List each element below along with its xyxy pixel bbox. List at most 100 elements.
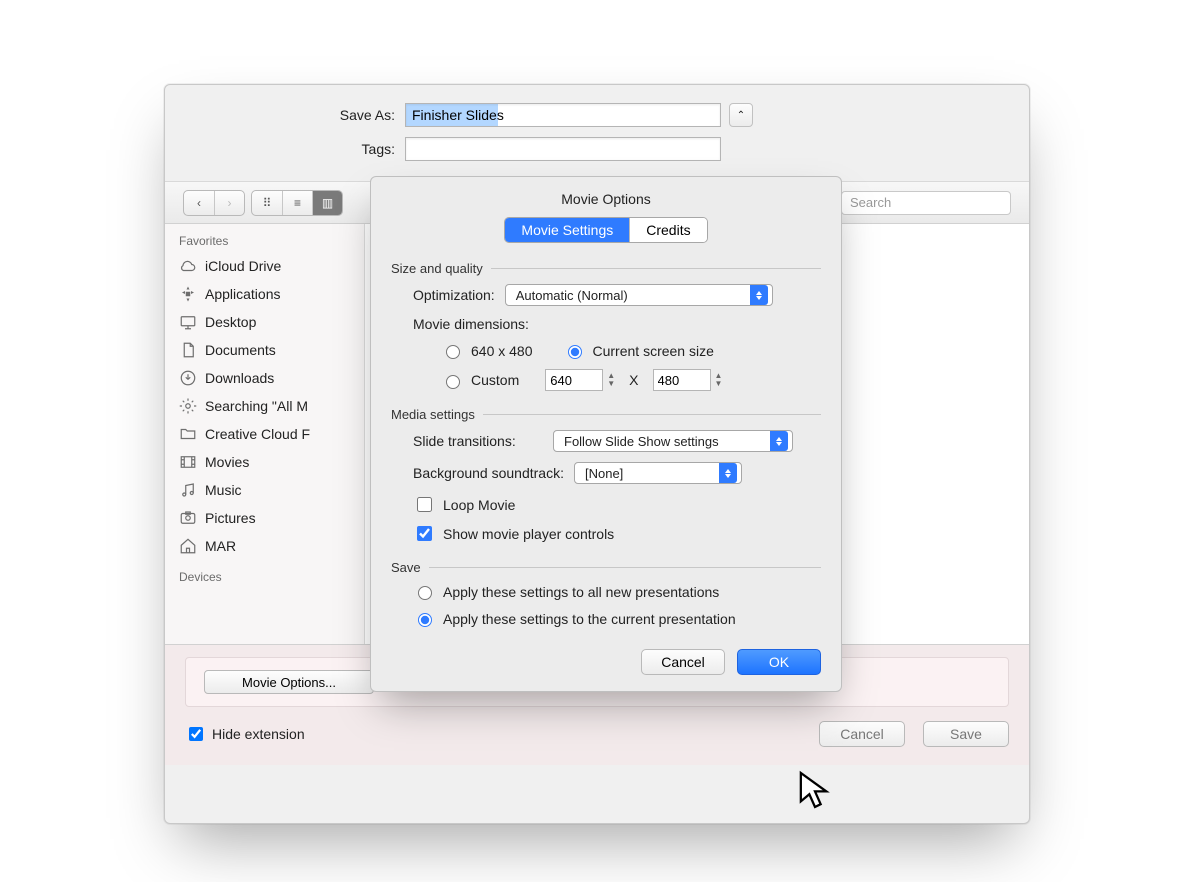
- expand-collapse-button[interactable]: ⌃: [729, 103, 753, 127]
- hide-extension-checkbox[interactable]: Hide extension: [185, 724, 305, 744]
- finder-sidebar: Favorites iCloud Drive Applications Desk…: [165, 224, 365, 644]
- back-button[interactable]: ‹: [184, 191, 214, 215]
- save-as-label: Save As:: [205, 107, 405, 123]
- optimization-label: Optimization:: [413, 287, 495, 303]
- soundtrack-select[interactable]: [None]: [574, 462, 742, 484]
- section-size-quality-header: Size and quality: [391, 261, 483, 276]
- movie-icon: [179, 453, 197, 471]
- tags-input[interactable]: [405, 137, 721, 161]
- radio-apply-all-label: Apply these settings to all new presenta…: [443, 584, 719, 600]
- transitions-value: Follow Slide Show settings: [558, 434, 725, 449]
- movie-options-button[interactable]: Movie Options...: [204, 670, 374, 694]
- sidebar-item-mar[interactable]: MAR: [165, 532, 364, 560]
- dialog-save-button[interactable]: Save: [923, 721, 1009, 747]
- sidebar-item-movies[interactable]: Movies: [165, 448, 364, 476]
- tab-credits[interactable]: Credits: [629, 218, 706, 242]
- sidebar-favorites-header: Favorites: [165, 224, 364, 252]
- sheet-tabs: Movie Settings Credits: [504, 217, 707, 243]
- soundtrack-label: Background soundtrack:: [413, 465, 564, 481]
- music-icon: [179, 481, 197, 499]
- radio-custom[interactable]: [446, 375, 460, 389]
- sheet-ok-button[interactable]: OK: [737, 649, 821, 675]
- optimization-select[interactable]: Automatic (Normal): [505, 284, 773, 306]
- transitions-select[interactable]: Follow Slide Show settings: [553, 430, 793, 452]
- nav-back-forward: ‹ ›: [183, 190, 245, 216]
- sidebar-item-label: Downloads: [205, 370, 274, 386]
- view-columns-button[interactable]: ▥: [312, 191, 342, 215]
- radio-apply-current-label: Apply these settings to the current pres…: [443, 611, 736, 627]
- select-caret-icon: [750, 285, 768, 305]
- tags-label: Tags:: [205, 141, 405, 157]
- sidebar-item-pictures[interactable]: Pictures: [165, 504, 364, 532]
- show-controls-checkbox[interactable]: Show movie player controls: [413, 523, 821, 544]
- loop-movie-input[interactable]: [417, 497, 432, 512]
- sidebar-item-searching[interactable]: Searching "All M: [165, 392, 364, 420]
- custom-height-input[interactable]: [653, 369, 711, 391]
- hide-extension-input[interactable]: [189, 727, 203, 741]
- forward-button[interactable]: ›: [214, 191, 244, 215]
- sidebar-item-label: Desktop: [205, 314, 256, 330]
- sidebar-item-label: Applications: [205, 286, 281, 302]
- sidebar-item-label: MAR: [205, 538, 236, 554]
- sidebar-item-documents[interactable]: Documents: [165, 336, 364, 364]
- gear-icon: [179, 397, 197, 415]
- sidebar-item-downloads[interactable]: Downloads: [165, 364, 364, 392]
- save-as-input[interactable]: [405, 103, 721, 127]
- sidebar-item-label: Creative Cloud F: [205, 426, 310, 442]
- sidebar-item-label: Documents: [205, 342, 276, 358]
- radio-current-screen-label: Current screen size: [593, 343, 714, 359]
- select-caret-icon: [770, 431, 788, 451]
- cloud-icon: [179, 257, 197, 275]
- radio-custom-label: Custom: [471, 372, 519, 388]
- sheet-cancel-button[interactable]: Cancel: [641, 649, 725, 675]
- document-icon: [179, 341, 197, 359]
- sidebar-item-label: Pictures: [205, 510, 256, 526]
- soundtrack-value: [None]: [579, 466, 629, 481]
- search-placeholder: Search: [850, 195, 891, 210]
- radio-640x480-label: 640 x 480: [471, 343, 533, 359]
- stepper-arrows-icon[interactable]: ▲▼: [607, 372, 615, 388]
- optimization-value: Automatic (Normal): [510, 288, 634, 303]
- custom-x-label: X: [629, 372, 638, 388]
- radio-640x480[interactable]: [446, 345, 460, 359]
- chevron-up-icon: ⌃: [737, 110, 745, 121]
- sidebar-item-icloud[interactable]: iCloud Drive: [165, 252, 364, 280]
- view-mode-switcher: ⠿ ≡ ▥: [251, 190, 343, 216]
- grid-icon: ⠿: [263, 196, 272, 210]
- hide-extension-label: Hide extension: [212, 726, 305, 742]
- sidebar-item-label: Movies: [205, 454, 249, 470]
- sidebar-item-music[interactable]: Music: [165, 476, 364, 504]
- loop-movie-label: Loop Movie: [443, 497, 515, 513]
- view-icons-button[interactable]: ⠿: [252, 191, 282, 215]
- columns-icon: ▥: [322, 196, 333, 210]
- apps-icon: [179, 285, 197, 303]
- show-controls-input[interactable]: [417, 526, 432, 541]
- sidebar-devices-header: Devices: [165, 560, 364, 588]
- sheet-title: Movie Options: [391, 191, 821, 217]
- radio-apply-all[interactable]: [418, 586, 432, 600]
- view-list-button[interactable]: ≡: [282, 191, 312, 215]
- section-media-header: Media settings: [391, 407, 475, 422]
- download-icon: [179, 369, 197, 387]
- picture-icon: [179, 509, 197, 527]
- save-dialog-header: Save As: ⌃ Tags:: [165, 85, 1029, 182]
- movie-options-sheet: Movie Options Movie Settings Credits Siz…: [370, 176, 842, 692]
- custom-width-input[interactable]: [545, 369, 603, 391]
- list-icon: ≡: [294, 196, 301, 210]
- home-icon: [179, 537, 197, 555]
- desktop-icon: [179, 313, 197, 331]
- select-caret-icon: [719, 463, 737, 483]
- loop-movie-checkbox[interactable]: Loop Movie: [413, 494, 821, 515]
- show-controls-label: Show movie player controls: [443, 526, 614, 542]
- chevron-right-icon: ›: [228, 196, 232, 210]
- radio-current-screen[interactable]: [568, 345, 582, 359]
- search-input[interactable]: Search: [841, 191, 1011, 215]
- sidebar-item-desktop[interactable]: Desktop: [165, 308, 364, 336]
- sidebar-item-applications[interactable]: Applications: [165, 280, 364, 308]
- sidebar-item-creative-cloud[interactable]: Creative Cloud F: [165, 420, 364, 448]
- tab-movie-settings[interactable]: Movie Settings: [505, 218, 629, 242]
- sidebar-item-label: iCloud Drive: [205, 258, 281, 274]
- radio-apply-current[interactable]: [418, 613, 432, 627]
- stepper-arrows-icon[interactable]: ▲▼: [715, 372, 723, 388]
- dialog-cancel-button[interactable]: Cancel: [819, 721, 905, 747]
